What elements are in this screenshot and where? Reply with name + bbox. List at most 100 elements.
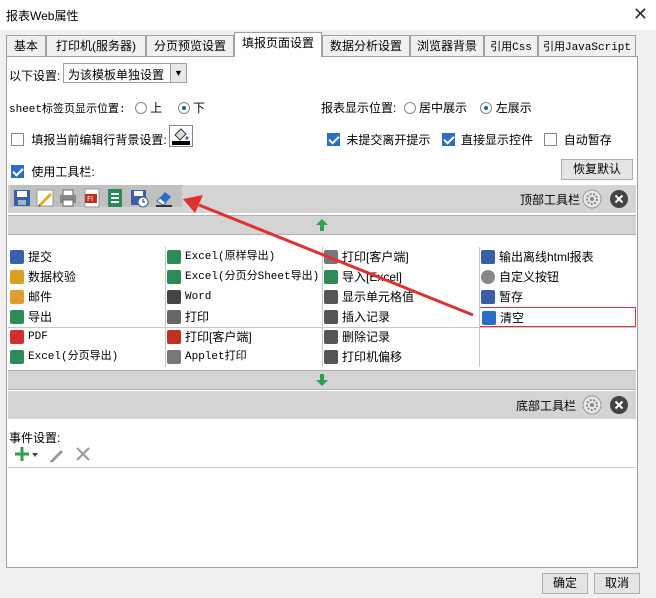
radio-report-center[interactable] xyxy=(403,102,416,114)
pencil-icon[interactable] xyxy=(35,188,55,208)
restore-default-button[interactable]: 恢复默认 xyxy=(561,159,633,180)
option-label: 显示单元格值 xyxy=(342,290,415,304)
radio-sheet-top[interactable] xyxy=(134,102,147,114)
title-bar: 报表Web属性 ✕ xyxy=(0,0,656,30)
toolbar-button-option[interactable]: 插入记录 xyxy=(322,307,479,327)
toolbar-button-option[interactable]: Excel(原样导出) xyxy=(165,247,322,267)
add-event-icon[interactable] xyxy=(15,445,39,463)
tab-printer-server[interactable]: 打印机(服务器) xyxy=(46,35,146,57)
option-label: 提交 xyxy=(28,250,53,264)
toolbar-button-option[interactable]: 打印[客户端] xyxy=(322,247,479,267)
toolbar-button-option[interactable]: 提交 xyxy=(8,247,165,267)
save-icon[interactable] xyxy=(12,188,32,208)
toolbar-button-option[interactable]: 自定义按钮 xyxy=(479,267,636,287)
gear-icon[interactable] xyxy=(582,395,602,415)
fill-bg-checkbox[interactable] xyxy=(11,133,24,146)
eraser-icon[interactable] xyxy=(154,188,174,208)
option-label: 打印机偏移 xyxy=(342,350,403,364)
option-label: Excel(分页分Sheet导出) xyxy=(185,271,320,283)
pdf-print-icon xyxy=(167,330,181,344)
window-title: 报表Web属性 xyxy=(6,9,79,23)
toolbar-button-option[interactable]: 打印[客户端] xyxy=(165,327,322,347)
toolbar-button-option[interactable]: 删除记录 xyxy=(322,327,479,347)
ok-label: 确定 xyxy=(552,576,577,590)
toolbar-button-option[interactable]: Excel(分页分Sheet导出) xyxy=(165,267,322,287)
arrow-down-icon[interactable] xyxy=(315,373,329,387)
move-icon xyxy=(324,350,338,364)
tab-label: 分页预览设置 xyxy=(153,39,226,53)
grid-divider xyxy=(8,327,636,328)
tab-fill-page[interactable]: 填报页面设置 xyxy=(234,32,322,57)
toolbar-button-option[interactable]: Excel(分页导出) xyxy=(8,347,165,367)
ok-button[interactable]: 确定 xyxy=(542,573,588,594)
printer-icon xyxy=(167,310,181,324)
arrow-up-icon[interactable] xyxy=(315,218,329,232)
radio-sheet-bottom[interactable] xyxy=(177,102,190,114)
close-circle-icon[interactable] xyxy=(609,395,629,415)
gear-icon[interactable] xyxy=(582,189,602,209)
cancel-button[interactable]: 取消 xyxy=(594,573,640,594)
auto-save-checkbox[interactable] xyxy=(544,133,558,146)
word-icon xyxy=(167,290,181,304)
toolbar-button-option[interactable]: 输出离线html报表 xyxy=(479,247,636,267)
tab-label: 数据分析设置 xyxy=(329,39,402,53)
excel-icon xyxy=(324,270,338,284)
option-label: 导出 xyxy=(28,310,53,324)
close-icon[interactable]: ✕ xyxy=(633,4,648,24)
option-label: 输出离线html报表 xyxy=(499,250,594,264)
tab-paging-preview[interactable]: 分页预览设置 xyxy=(146,35,234,57)
delete-icon[interactable] xyxy=(75,446,91,462)
radio-report-center-label: 居中展示 xyxy=(419,101,468,115)
option-label: 清空 xyxy=(500,311,525,325)
toolbar-button-option[interactable]: 导入[Excel] xyxy=(322,267,479,287)
top-toolbar-label: 顶部工具栏 xyxy=(520,193,581,207)
edit-icon[interactable] xyxy=(49,446,65,462)
option-label: 打印[客户端] xyxy=(342,250,409,264)
tab-label: 基本 xyxy=(13,39,38,53)
tab-data-analysis[interactable]: 数据分析设置 xyxy=(322,35,410,57)
tab-browser-bg[interactable]: 浏览器背景 xyxy=(410,35,484,57)
paint-bucket-button[interactable] xyxy=(169,125,193,147)
html-icon xyxy=(481,250,495,264)
option-label: 删除记录 xyxy=(342,330,391,344)
toolbar-button-option[interactable]: 显示单元格值 xyxy=(322,287,479,307)
toolbar-button-option[interactable]: 导出 xyxy=(8,307,165,327)
scope-label: 以下设置: xyxy=(9,69,61,83)
events-label: 事件设置: xyxy=(9,431,61,445)
toolbar-button-option[interactable]: 数据校验 xyxy=(8,267,165,287)
option-label: Word xyxy=(185,291,212,303)
toolbar-button-option[interactable]: PDF xyxy=(8,327,165,347)
toolbar-button-option[interactable]: 打印机偏移 xyxy=(322,347,479,367)
toolbar-button-option[interactable]: Applet打印 xyxy=(165,347,322,367)
tab-javascript[interactable]: 引用JavaScript xyxy=(538,35,636,57)
direct-show-checkbox[interactable] xyxy=(441,133,455,146)
radio-report-left-label: 左展示 xyxy=(495,101,532,115)
scope-select[interactable]: 为该模板单独设置 ▼ xyxy=(63,63,187,83)
save-clock-icon[interactable] xyxy=(129,188,149,208)
radio-report-left[interactable] xyxy=(480,102,493,114)
option-label: 打印[客户端] xyxy=(185,330,252,344)
toolbar-button-option[interactable]: 暂存 xyxy=(479,287,636,307)
tab-css[interactable]: 引用Css xyxy=(484,35,538,57)
pdf-icon[interactable]: FI xyxy=(82,188,102,208)
events-list[interactable] xyxy=(8,467,636,567)
toolbar-button-option[interactable]: 邮件 xyxy=(8,287,165,307)
use-toolbar-checkbox[interactable] xyxy=(11,165,24,178)
report-position-label: 报表显示位置: xyxy=(321,101,397,115)
direct-show-label: 直接显示控件 xyxy=(461,133,534,147)
excel-icon[interactable] xyxy=(105,188,125,208)
toolbar-button-option[interactable]: 清空 xyxy=(479,307,636,327)
toolbar-button-option[interactable]: Word xyxy=(165,287,322,307)
svg-text:FI: FI xyxy=(87,195,93,203)
printer-icon[interactable] xyxy=(58,188,78,208)
close-circle-icon[interactable] xyxy=(609,189,629,209)
radio-sheet-top-label: 上 xyxy=(150,101,163,115)
tab-basic[interactable]: 基本 xyxy=(6,35,46,57)
toolbar-button-option[interactable]: 打印 xyxy=(165,307,322,327)
move-down-row xyxy=(8,370,636,390)
grid-divider xyxy=(479,247,480,367)
radio-sheet-bottom-label: 下 xyxy=(193,101,206,115)
unsubmit-leave-checkbox[interactable] xyxy=(327,133,340,146)
option-label: 导入[Excel] xyxy=(342,270,403,284)
chevron-down-icon: ▼ xyxy=(170,64,186,82)
